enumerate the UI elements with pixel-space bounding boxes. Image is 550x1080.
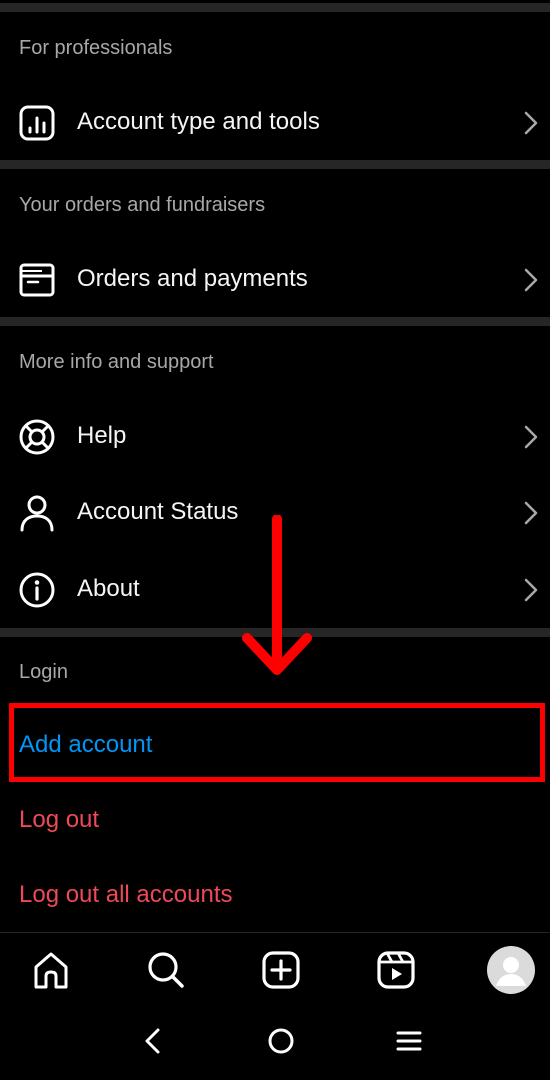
receipt-icon xyxy=(19,263,55,297)
menu-item-label: Account Status xyxy=(77,498,239,525)
section-title-orders: Your orders and fundraisers xyxy=(19,194,266,216)
annotation-highlight-box xyxy=(9,703,545,782)
info-icon xyxy=(19,572,55,608)
chevron-right-icon xyxy=(524,268,538,292)
profile-avatar[interactable] xyxy=(486,945,536,995)
search-icon[interactable] xyxy=(140,945,190,995)
chevron-right-icon xyxy=(524,425,538,449)
log-out-all-accounts-button[interactable]: Log out all accounts xyxy=(19,875,232,915)
lifebuoy-icon xyxy=(19,419,55,455)
log-out-button[interactable]: Log out xyxy=(19,800,99,840)
chevron-right-icon xyxy=(524,111,538,135)
bar-chart-icon xyxy=(19,105,55,141)
recents-icon[interactable] xyxy=(394,1026,424,1056)
menu-item-label: Help xyxy=(77,422,127,449)
menu-item-orders-and-payments[interactable]: Orders and payments xyxy=(0,249,550,309)
person-icon xyxy=(20,495,54,532)
section-title-support: More info and support xyxy=(19,351,214,373)
home-icon[interactable] xyxy=(26,945,76,995)
chevron-right-icon xyxy=(524,578,538,602)
chevron-right-icon xyxy=(524,501,538,525)
section-title-professionals: For professionals xyxy=(19,37,173,59)
system-nav-bar xyxy=(0,1008,550,1080)
annotation-arrow xyxy=(242,515,312,675)
back-icon[interactable] xyxy=(138,1026,168,1056)
section-divider xyxy=(0,317,550,326)
section-divider xyxy=(0,160,550,169)
menu-item-label: Orders and payments xyxy=(77,265,308,292)
menu-item-label: About xyxy=(77,575,140,602)
home-circle-icon[interactable] xyxy=(266,1026,296,1056)
section-title-login: Login xyxy=(19,661,68,683)
menu-item-help[interactable]: Help xyxy=(0,406,550,466)
menu-item-account-type-and-tools[interactable]: Account type and tools xyxy=(0,92,550,152)
create-icon[interactable] xyxy=(256,945,306,995)
reels-icon[interactable] xyxy=(371,945,421,995)
section-divider xyxy=(0,3,550,12)
bottom-nav-bar xyxy=(0,932,550,1008)
menu-item-label: Account type and tools xyxy=(77,108,320,135)
